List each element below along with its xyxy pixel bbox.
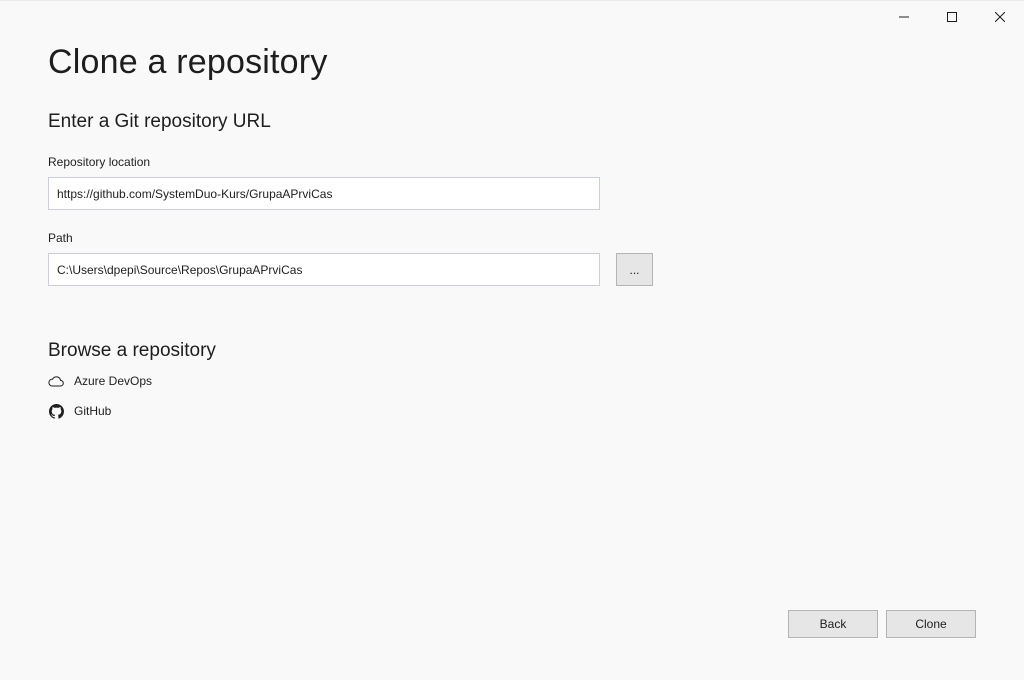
provider-azure-devops[interactable]: Azure DevOps xyxy=(48,373,152,389)
clone-url-heading: Enter a Git repository URL xyxy=(48,111,271,132)
provider-label: Azure DevOps xyxy=(74,374,153,388)
path-input[interactable] xyxy=(48,253,600,286)
github-icon xyxy=(48,403,64,419)
repository-location-label: Repository location xyxy=(48,155,151,169)
provider-github[interactable]: GitHub xyxy=(48,403,111,419)
maximize-icon xyxy=(947,12,957,22)
clone-button[interactable]: Clone xyxy=(886,610,976,638)
browse-repository-heading: Browse a repository xyxy=(48,340,216,361)
close-icon xyxy=(995,12,1005,22)
maximize-button[interactable] xyxy=(928,1,976,33)
provider-label: GitHub xyxy=(74,404,112,418)
minimize-button[interactable] xyxy=(880,1,928,33)
window-controls xyxy=(880,1,1024,33)
back-button[interactable]: Back xyxy=(788,610,878,638)
browse-path-button[interactable]: ... xyxy=(616,253,653,286)
path-label: Path xyxy=(48,231,73,245)
minimize-icon xyxy=(899,16,909,18)
clone-repository-dialog: Clone a repository Enter a Git repositor… xyxy=(0,0,1024,680)
close-button[interactable] xyxy=(976,1,1024,33)
repository-location-input[interactable] xyxy=(48,177,600,210)
page-title: Clone a repository xyxy=(48,43,328,81)
cloud-icon xyxy=(48,373,64,389)
